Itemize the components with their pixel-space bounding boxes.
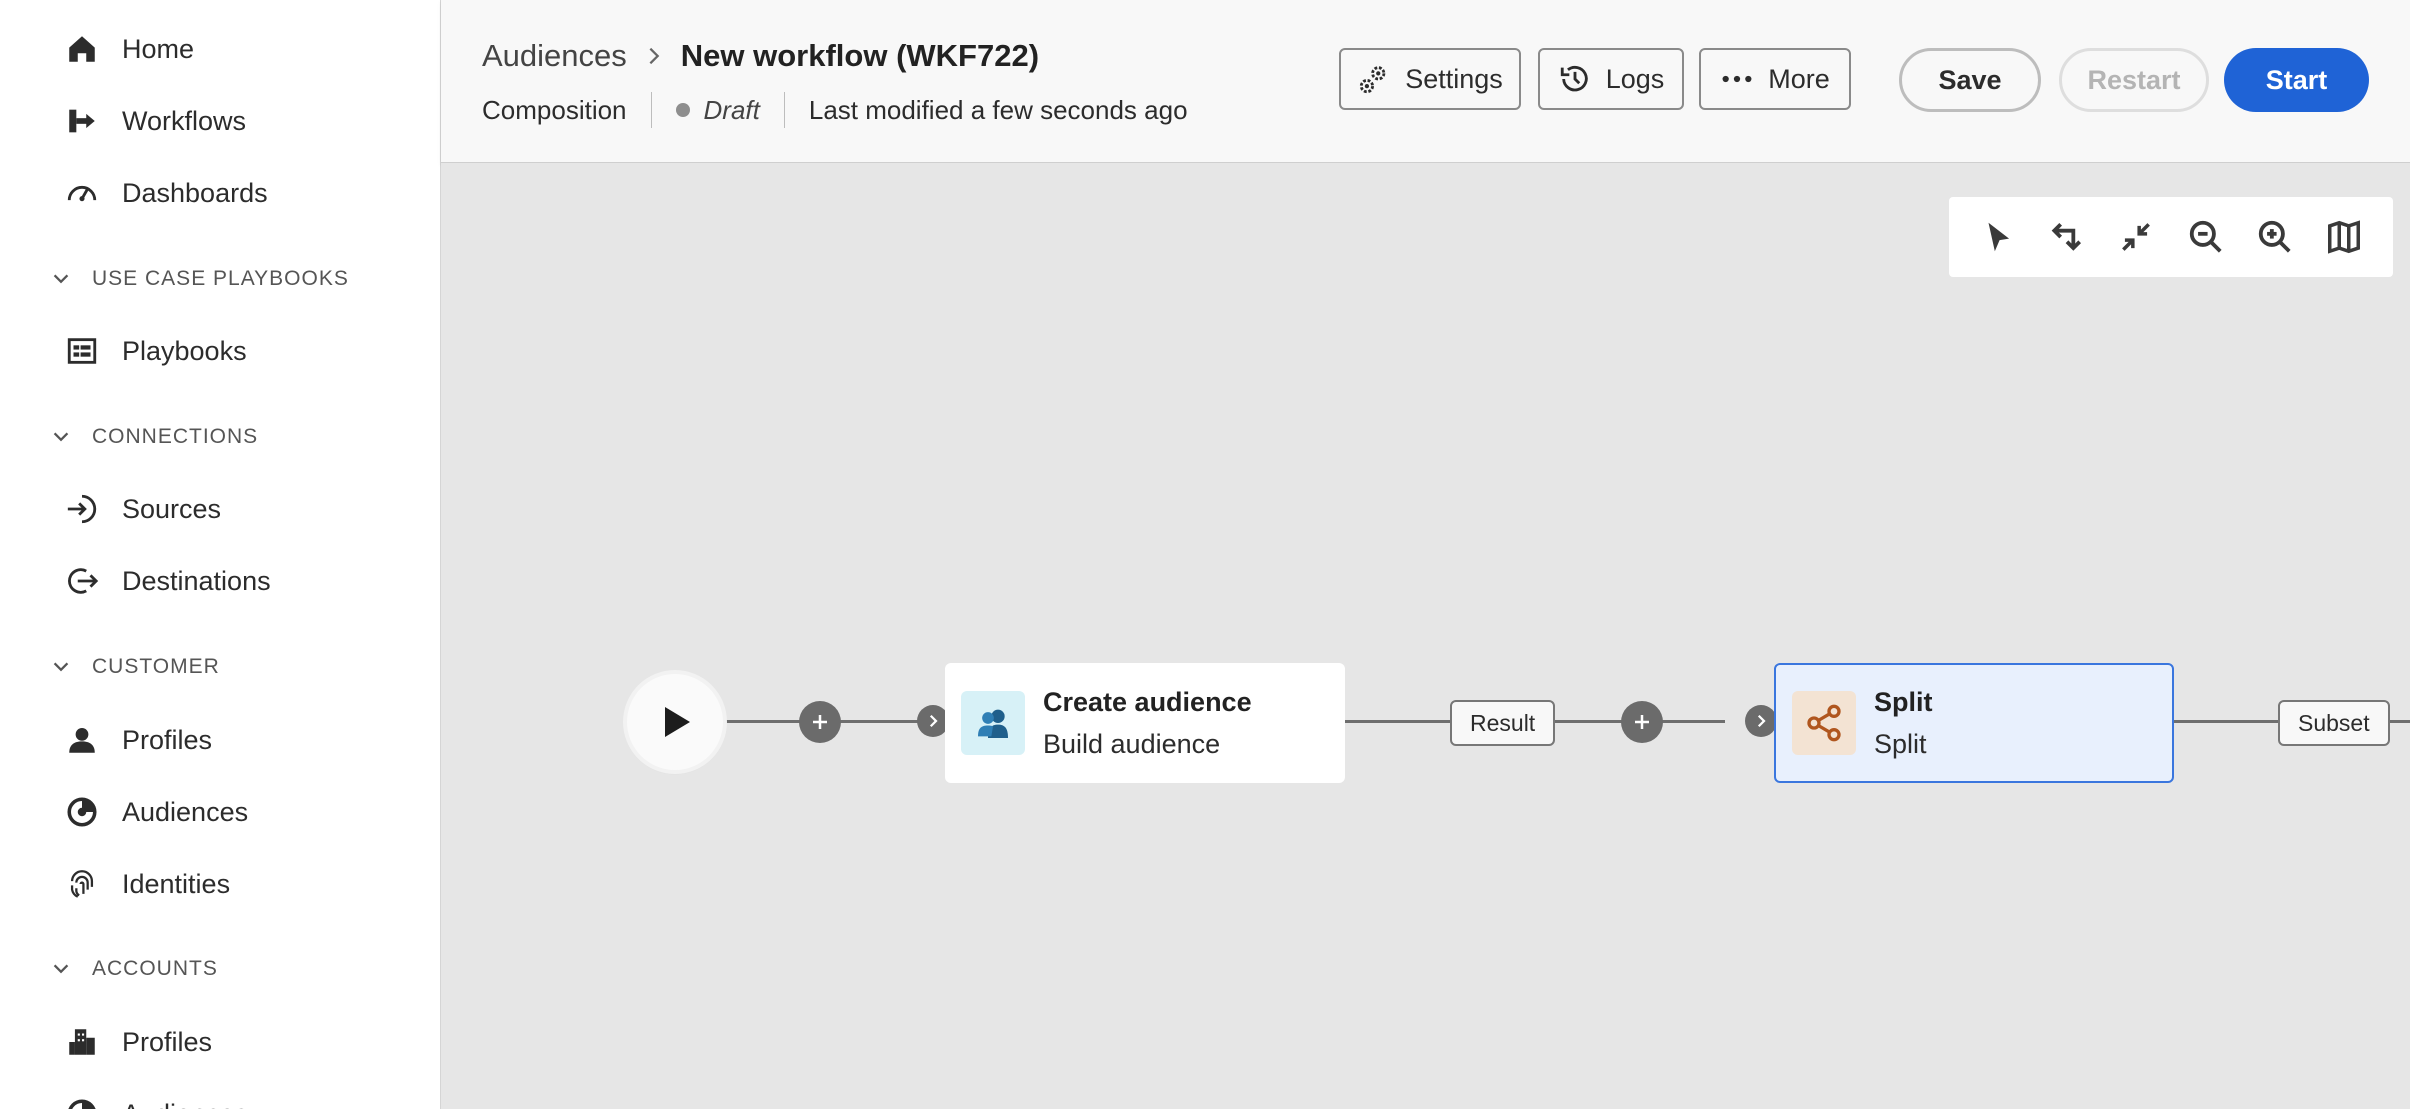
logs-label: Logs xyxy=(1605,63,1665,94)
sidebar-item-destinations[interactable]: Destinations xyxy=(64,556,271,606)
sidebar-item-home[interactable]: Home xyxy=(64,24,194,74)
section-label: CUSTOMER xyxy=(92,655,220,678)
undo-redo-icon[interactable] xyxy=(2045,215,2089,259)
sidebar-item-label: Destinations xyxy=(122,565,271,596)
canvas-toolbar xyxy=(1949,197,2393,277)
node-subtitle: Build audience xyxy=(1043,729,1221,759)
last-modified-text: Last modified a few seconds ago xyxy=(808,94,1188,125)
sidebar-item-label: Sources xyxy=(122,493,222,524)
divider xyxy=(650,92,652,128)
logs-button[interactable]: Logs xyxy=(1538,48,1684,110)
sidebar-item-label: Audiences xyxy=(122,1099,248,1109)
sidebar-item-customer-audiences[interactable]: Audiences xyxy=(64,787,248,837)
sidebar-item-label: Workflows xyxy=(122,105,247,136)
chevron-right-icon xyxy=(649,47,660,65)
source-icon xyxy=(64,491,100,527)
sidebar-item-label: Audiences xyxy=(122,796,249,827)
chevron-down-icon xyxy=(53,662,69,672)
sidebar-item-dashboards[interactable]: Dashboards xyxy=(64,168,268,218)
settings-button[interactable]: Settings xyxy=(1339,48,1521,110)
sidebar-item-label: Playbooks xyxy=(122,335,247,366)
sidebar-item-label: Identities xyxy=(122,868,231,899)
activity-node-create-audience[interactable]: Create audience Build audience xyxy=(945,663,1345,783)
chevron-down-icon xyxy=(53,964,69,974)
sidebar-item-sources[interactable]: Sources xyxy=(64,484,221,534)
node-title: Create audience xyxy=(1043,687,1252,717)
node-subtitle: Split xyxy=(1874,729,1927,759)
output-tag-subset[interactable]: Subset xyxy=(2278,700,2390,746)
fingerprint-icon xyxy=(64,866,100,902)
sidebar-item-label: Profiles xyxy=(122,1026,213,1057)
sidebar-item-account-profiles[interactable]: Profiles xyxy=(64,1017,212,1067)
chevron-right-icon xyxy=(929,714,938,728)
breadcrumb: Audiences New workflow (WKF722) xyxy=(482,38,1039,74)
plus-icon xyxy=(1635,715,1649,729)
section-label: ACCOUNTS xyxy=(92,957,218,980)
workflow-header: Audiences New workflow (WKF722) Composit… xyxy=(441,0,2410,163)
sidebar-item-workflows[interactable]: Workflows xyxy=(64,96,246,146)
section-label: CONNECTIONS xyxy=(92,425,259,448)
workflow-meta: Composition Draft Last modified a few se… xyxy=(482,92,1188,128)
zoom-in-icon[interactable] xyxy=(2253,215,2297,259)
building-icon xyxy=(64,1024,100,1060)
audience-build-icon xyxy=(961,691,1025,755)
section-customer[interactable]: CUSTOMER xyxy=(50,647,220,687)
workflow-canvas[interactable]: Create audience Build audience Result Sp… xyxy=(441,163,2410,1109)
composition-label: Composition xyxy=(482,94,627,125)
minimap-icon[interactable] xyxy=(2322,215,2366,259)
section-accounts[interactable]: ACCOUNTS xyxy=(50,949,218,989)
breadcrumb-parent-link[interactable]: Audiences xyxy=(482,38,627,74)
sidebar-item-label: Dashboards xyxy=(122,177,268,208)
activity-node-split[interactable]: Split Split xyxy=(1774,663,2174,783)
history-icon xyxy=(1560,65,1588,92)
more-label: More xyxy=(1768,63,1830,94)
add-activity-button[interactable] xyxy=(799,701,841,743)
more-icon xyxy=(1722,75,1752,83)
playbook-icon xyxy=(64,333,100,369)
save-button[interactable]: Save xyxy=(1899,48,2041,112)
sidebar-item-customer-profiles[interactable]: Profiles xyxy=(64,715,212,765)
chevron-right-icon xyxy=(1757,714,1766,728)
sidebar: Home Workflows Dashboards USE CASE PLAYB… xyxy=(0,0,441,1109)
page-title: New workflow (WKF722) xyxy=(680,38,1040,73)
section-label: USE CASE PLAYBOOKS xyxy=(92,267,349,290)
select-tool-icon[interactable] xyxy=(1976,215,2020,259)
gear-icon xyxy=(1360,66,1386,94)
destination-icon xyxy=(64,563,100,599)
chevron-down-icon xyxy=(53,274,69,284)
section-connections[interactable]: CONNECTIONS xyxy=(50,417,258,457)
sidebar-item-label: Profiles xyxy=(122,724,213,755)
input-port xyxy=(1745,705,1777,737)
gauge-icon xyxy=(64,175,100,211)
home-icon xyxy=(64,31,100,67)
start-node-play-button[interactable] xyxy=(627,674,723,770)
sidebar-item-playbooks[interactable]: Playbooks xyxy=(64,326,247,376)
add-activity-button[interactable] xyxy=(1621,701,1663,743)
section-use-case-playbooks[interactable]: USE CASE PLAYBOOKS xyxy=(50,259,349,299)
fit-to-screen-icon[interactable] xyxy=(2114,215,2158,259)
person-icon xyxy=(64,722,100,758)
audience-icon xyxy=(64,794,100,830)
more-button[interactable]: More xyxy=(1699,48,1851,110)
restart-button[interactable]: Restart xyxy=(2059,48,2209,112)
audience-icon xyxy=(64,1096,100,1109)
settings-label: Settings xyxy=(1405,63,1503,94)
status-dot xyxy=(675,103,690,117)
plus-icon xyxy=(813,715,827,729)
sidebar-item-label: Home xyxy=(122,33,195,64)
play-icon xyxy=(665,707,690,737)
chevron-down-icon xyxy=(53,432,69,442)
status-badge: Draft xyxy=(703,94,760,125)
workflow-icon xyxy=(64,103,100,139)
sidebar-item-identities[interactable]: Identities xyxy=(64,859,230,909)
zoom-out-icon[interactable] xyxy=(2184,215,2228,259)
divider xyxy=(783,92,785,128)
output-tag-result[interactable]: Result xyxy=(1450,700,1556,746)
split-icon xyxy=(1792,691,1856,755)
sidebar-item-account-audiences[interactable]: Audiences xyxy=(64,1089,248,1109)
node-title: Split xyxy=(1874,687,1933,717)
start-button[interactable]: Start xyxy=(2224,48,2369,112)
